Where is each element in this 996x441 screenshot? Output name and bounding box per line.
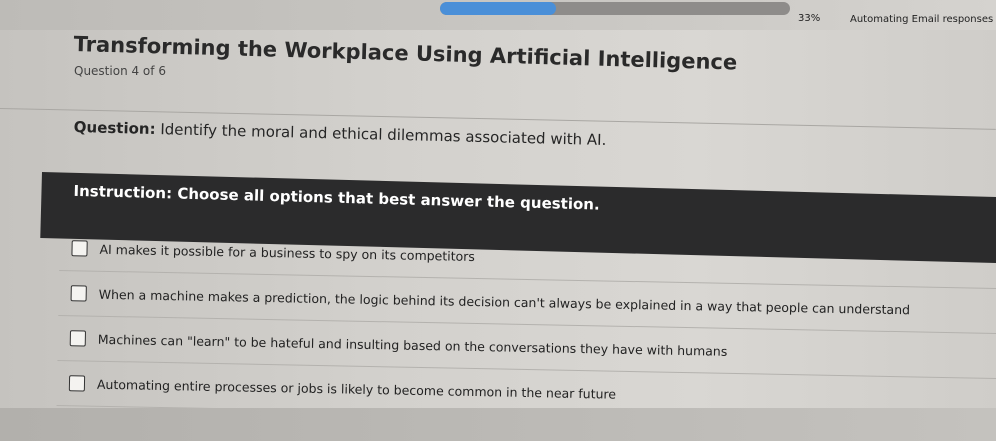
bottom-area: [0, 408, 996, 441]
next-topic-link[interactable]: Automating Email responses wit: [850, 14, 996, 25]
instruction-text: Instruction: Choose all options that bes…: [73, 181, 600, 214]
top-progress-bar: 33% Automating Email responses wit: [0, 0, 996, 30]
option-label[interactable]: Automating entire processes or jobs is l…: [97, 376, 616, 401]
question-counter: Question 4 of 6: [74, 64, 166, 78]
option-label[interactable]: AI makes it possible for a business to s…: [99, 241, 475, 263]
progress-percent: 33%: [798, 13, 821, 24]
answer-options: AI makes it possible for a business to s…: [56, 226, 996, 425]
quiz-page: 33% Automating Email responses wit Trans…: [0, 0, 996, 441]
option-label[interactable]: When a machine makes a prediction, the l…: [99, 286, 911, 317]
progress-fill: [440, 2, 556, 15]
question-body: Identify the moral and ethical dilemmas …: [155, 119, 607, 150]
checkbox-icon[interactable]: [69, 330, 86, 347]
question-text: Question: Identify the moral and ethical…: [74, 118, 607, 149]
option-label[interactable]: Machines can "learn" to be hateful and i…: [98, 331, 728, 358]
checkbox-icon[interactable]: [71, 240, 88, 257]
checkbox-icon[interactable]: [68, 375, 86, 392]
progress-track: [440, 2, 790, 15]
question-prefix: Question:: [73, 118, 156, 138]
course-title: Transforming the Workplace Using Artific…: [73, 32, 738, 75]
checkbox-icon[interactable]: [70, 285, 87, 302]
